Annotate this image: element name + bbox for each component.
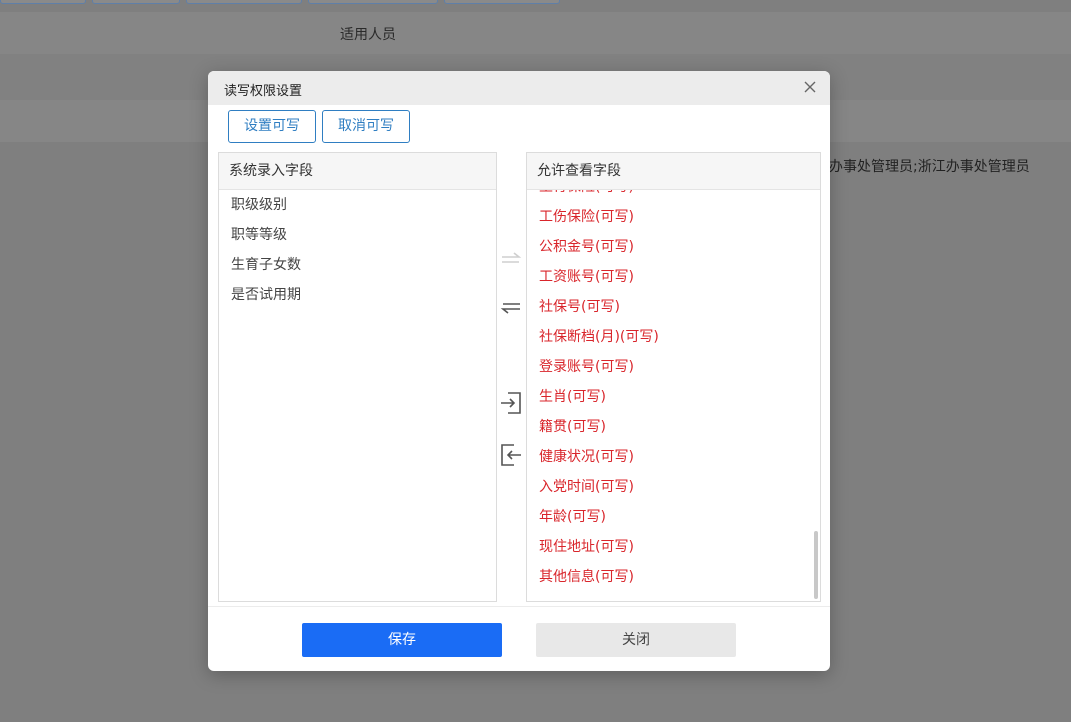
list-item[interactable]: 公积金号(可写) xyxy=(527,232,820,262)
scrollbar[interactable] xyxy=(814,531,818,599)
panel-title: 允许查看字段 xyxy=(527,153,820,190)
panel-title: 系统录入字段 xyxy=(219,153,496,190)
set-writable-button[interactable]: 设置可写 xyxy=(228,110,316,143)
background-button xyxy=(444,0,560,4)
list-item[interactable]: 是否试用期 xyxy=(219,280,496,310)
background-button xyxy=(186,0,302,4)
panel-body: 生育保险(可写)工伤保险(可写)公积金号(可写)工资账号(可写)社保号(可写)社… xyxy=(527,190,820,601)
move-all-left-icon[interactable] xyxy=(498,442,524,468)
dialog-header: 读写权限设置 xyxy=(208,71,830,105)
list-item[interactable]: 工资账号(可写) xyxy=(527,262,820,292)
list-item[interactable]: 健康状况(可写) xyxy=(527,442,820,472)
list-item[interactable]: 登录账号(可写) xyxy=(527,352,820,382)
allowed-fields-list: 生育保险(可写)工伤保险(可写)公积金号(可写)工资账号(可写)社保号(可写)社… xyxy=(527,190,820,592)
background-button xyxy=(92,0,180,4)
system-fields-panel: 系统录入字段 职级级别 职等等级 生育子女数 是否试用期 xyxy=(218,152,497,602)
move-left-arrow-icon[interactable] xyxy=(498,294,524,320)
background-table-header: 适用人员 xyxy=(0,12,1071,54)
dialog-footer: 保存 关闭 xyxy=(208,606,830,671)
background-button xyxy=(308,0,438,4)
move-all-right-icon[interactable] xyxy=(498,390,524,416)
list-item[interactable]: 职级级别 xyxy=(219,190,496,220)
cancel-writable-button[interactable]: 取消可写 xyxy=(322,110,410,143)
system-fields-list: 职级级别 职等等级 生育子女数 是否试用期 xyxy=(219,190,496,310)
list-item[interactable]: 生肖(可写) xyxy=(527,382,820,412)
close-button[interactable]: 关闭 xyxy=(536,623,736,657)
allowed-fields-panel: 允许查看字段 生育保险(可写)工伤保险(可写)公积金号(可写)工资账号(可写)社… xyxy=(526,152,821,602)
dialog-title: 读写权限设置 xyxy=(224,84,303,99)
background-toolbar xyxy=(0,0,1071,4)
permission-dialog: 读写权限设置 设置可写 取消可写 系统录入字段 职级级别 职等等级 生育子女数 是否试… xyxy=(208,71,830,671)
move-right-arrow-icon[interactable] xyxy=(498,247,524,273)
list-item[interactable]: 工伤保险(可写) xyxy=(527,202,820,232)
list-item[interactable]: 现住地址(可写) xyxy=(527,532,820,562)
list-item[interactable]: 生育保险(可写) xyxy=(527,190,820,202)
list-item[interactable]: 社保号(可写) xyxy=(527,292,820,322)
list-item[interactable]: 籍贯(可写) xyxy=(527,412,820,442)
close-icon[interactable] xyxy=(800,77,820,97)
background-button xyxy=(0,0,86,4)
save-button[interactable]: 保存 xyxy=(302,623,502,657)
background-cell-text: 办事处管理员;浙江办事处管理员 xyxy=(829,159,1030,175)
column-header-applicable-personnel: 适用人员 xyxy=(340,27,396,43)
list-item[interactable]: 生育子女数 xyxy=(219,250,496,280)
list-item[interactable]: 入党时间(可写) xyxy=(527,472,820,502)
list-item[interactable]: 职等等级 xyxy=(219,220,496,250)
list-item[interactable]: 社保断档(月)(可写) xyxy=(527,322,820,352)
list-item[interactable]: 其他信息(可写) xyxy=(527,562,820,592)
panel-body: 职级级别 职等等级 生育子女数 是否试用期 xyxy=(219,190,496,601)
list-item[interactable]: 年龄(可写) xyxy=(527,502,820,532)
